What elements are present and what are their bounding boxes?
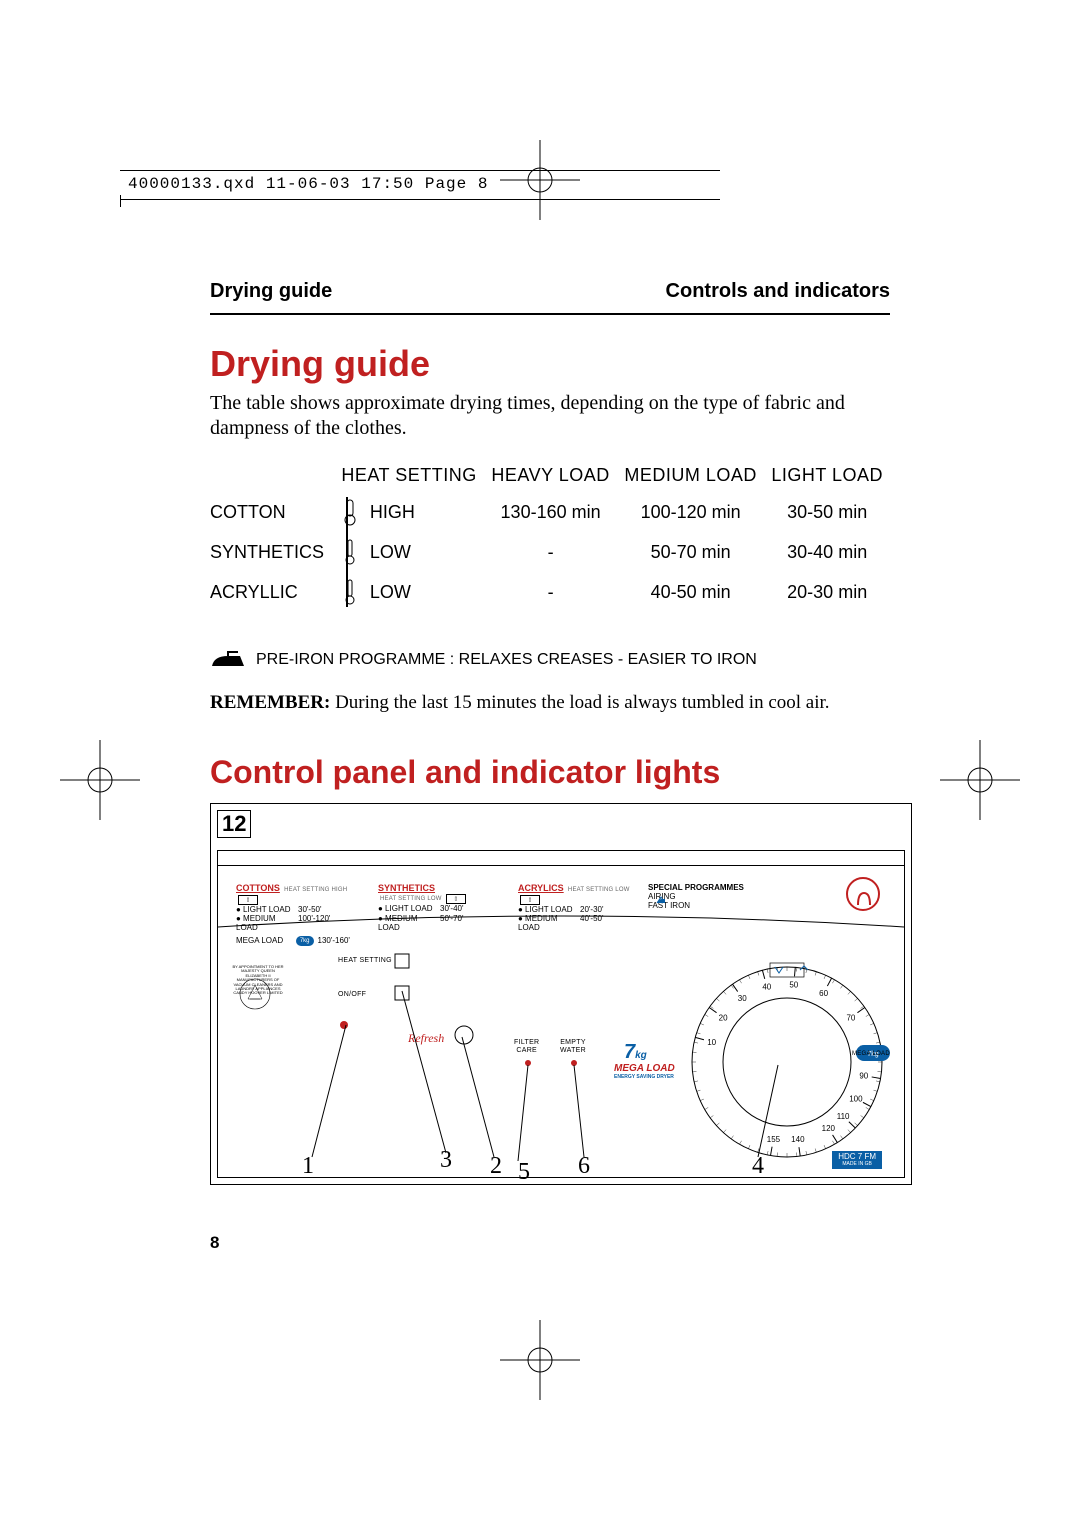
heat-low-icon: [338, 578, 362, 606]
remember-label: REMEMBER:: [210, 692, 330, 713]
th-blank: [210, 459, 334, 492]
light-cell: 30-40 min: [764, 532, 890, 572]
fascia: COTTONS HEAT SETTING HIGH ▯ ● LIGHT LOAD…: [218, 865, 904, 1177]
page-number: 8: [210, 1233, 890, 1253]
heavy-cell: -: [484, 532, 617, 572]
heat-cell: HIGH: [338, 498, 480, 526]
slug-text: 40000133.qxd 11-06-03 17:50 Page 8: [120, 171, 720, 193]
table-column-rule: [346, 497, 348, 607]
rule: [210, 313, 890, 315]
preiron-note: PRE-IRON PROGRAMME : RELAXES CREASES - E…: [210, 650, 890, 670]
callout-1: 1: [302, 1153, 314, 1180]
remember-paragraph: REMEMBER: During the last 15 minutes the…: [210, 692, 890, 714]
medium-cell: 100-120 min: [617, 492, 764, 532]
heading-drying-guide: Drying guide: [210, 343, 890, 385]
heat-label: LOW: [370, 582, 411, 603]
running-head-left: Drying guide: [210, 280, 332, 303]
medium-cell: 50-70 min: [617, 532, 764, 572]
th-heat: HEAT SETTING: [334, 459, 484, 492]
heat-high-icon: [338, 498, 362, 526]
register-mark-left: [60, 740, 140, 820]
fabric-cell: COTTON: [210, 492, 334, 532]
heavy-cell: -: [484, 572, 617, 612]
preiron-text: PRE-IRON PROGRAMME : RELAXES CREASES - E…: [256, 651, 757, 669]
register-mark-bottom: [500, 1320, 580, 1400]
figure-number: 12: [217, 810, 251, 838]
callout-6: 6: [578, 1153, 590, 1180]
heading-control-panel: Control panel and indicator lights: [210, 754, 890, 791]
panel-inner: COTTONS HEAT SETTING HIGH ▯ ● LIGHT LOAD…: [217, 850, 905, 1178]
iron-icon: [210, 650, 246, 670]
heat-low-icon: [338, 538, 362, 566]
slug-bar: 40000133.qxd 11-06-03 17:50 Page 8: [120, 170, 720, 200]
medium-cell: 40-50 min: [617, 572, 764, 612]
th-light: LIGHT LOAD: [764, 459, 890, 492]
drying-table: HEAT SETTING HEAVY LOAD MEDIUM LOAD LIGH…: [210, 459, 890, 612]
fabric-cell: SYNTHETICS: [210, 532, 334, 572]
fabric-cell: ACRYLLIC: [210, 572, 334, 612]
table-row: SYNTHETICS LOW - 50-70 min 30-40 min: [210, 532, 890, 572]
th-heavy: HEAVY LOAD: [484, 459, 617, 492]
heat-cell: LOW: [338, 538, 480, 566]
page: 40000133.qxd 11-06-03 17:50 Page 8 Dryin…: [0, 0, 1080, 1528]
running-head-right: Controls and indicators: [666, 280, 890, 303]
heat-cell: LOW: [338, 578, 480, 606]
register-mark-right: [940, 740, 1020, 820]
light-cell: 20-30 min: [764, 572, 890, 612]
light-cell: 30-50 min: [764, 492, 890, 532]
heat-label: HIGH: [370, 502, 415, 523]
heavy-cell: 130-160 min: [484, 492, 617, 532]
panel-topstrip: [218, 851, 904, 866]
heat-label: LOW: [370, 542, 411, 563]
remember-text: During the last 15 minutes the load is a…: [330, 692, 829, 713]
table-row: ACRYLLIC LOW - 40-50 min 20-30 min: [210, 572, 890, 612]
th-medium: MEDIUM LOAD: [617, 459, 764, 492]
table-row: COTTON HIGH 130-160 min 100-120 min 30-5…: [210, 492, 890, 532]
intro-paragraph: The table shows approximate drying times…: [210, 391, 890, 441]
callout-3: 3: [440, 1147, 452, 1174]
callout-2: 2: [490, 1153, 502, 1180]
control-panel-figure: 12 COTTONS HEAT SETTING HIGH ▯ ● LIGHT L…: [210, 803, 912, 1185]
callout-5: 5: [518, 1159, 530, 1185]
callout-4: 4: [752, 1153, 764, 1180]
